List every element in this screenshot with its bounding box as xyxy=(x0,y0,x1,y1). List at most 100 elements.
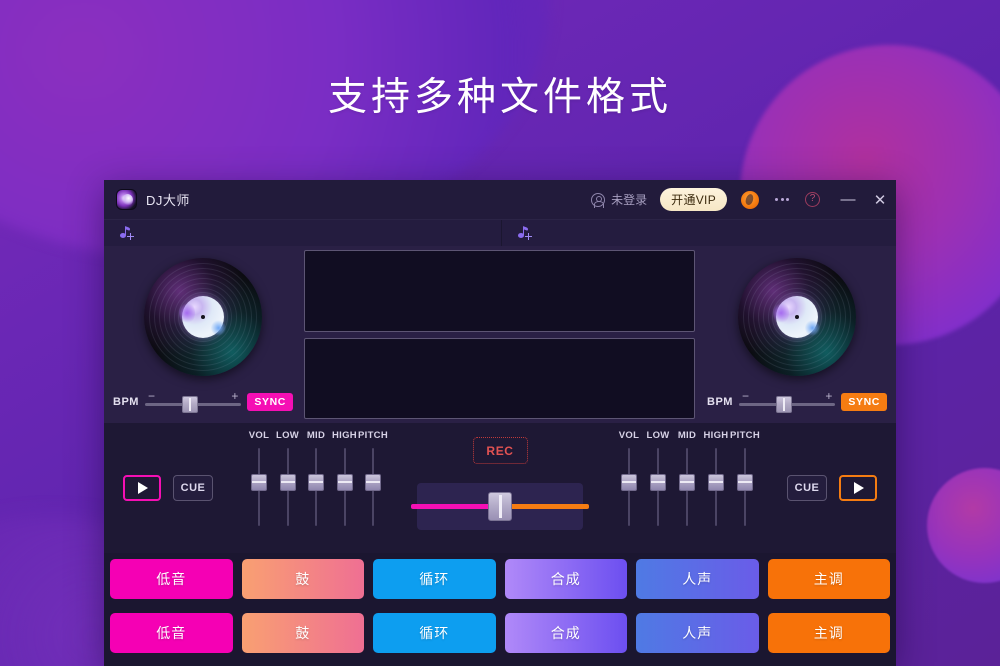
fader-label: PITCH xyxy=(730,430,760,441)
fader-label: VOL xyxy=(248,430,270,441)
turntable-right[interactable] xyxy=(738,258,856,376)
record-button[interactable]: REC xyxy=(472,437,528,464)
pad-button[interactable]: 主调 xyxy=(767,559,890,599)
fader-rail[interactable] xyxy=(249,448,269,526)
cue-button-left[interactable]: CUE xyxy=(173,475,213,501)
crossfader-knob[interactable] xyxy=(488,492,512,521)
login-status-label: 未登录 xyxy=(611,193,648,207)
fader-knob[interactable] xyxy=(308,474,324,491)
fader-rail[interactable] xyxy=(306,448,326,526)
pad-button[interactable]: 人声 xyxy=(636,613,759,653)
fader-pitch: PITCH xyxy=(730,430,760,526)
pad-button[interactable]: 合成 xyxy=(504,559,627,599)
pad-button[interactable]: 低音 xyxy=(110,559,233,599)
fader-knob[interactable] xyxy=(737,474,753,491)
fader-rail[interactable] xyxy=(335,448,355,526)
play-button-left[interactable] xyxy=(123,475,161,501)
cue-button-right[interactable]: CUE xyxy=(787,475,827,501)
help-question-icon[interactable]: ? xyxy=(805,192,820,207)
fader-knob[interactable] xyxy=(679,474,695,491)
bpm-minus-label[interactable]: − xyxy=(742,390,749,402)
fader-knob[interactable] xyxy=(336,474,353,491)
fader-high: HIGH xyxy=(703,430,729,526)
vinyl-spindle xyxy=(201,315,205,319)
bpm-knob[interactable] xyxy=(775,396,792,413)
minimize-button[interactable]: — xyxy=(832,180,864,220)
titlebar-actions: 未登录 开通VIP ? — ✕ xyxy=(591,180,896,219)
fader-knob[interactable] xyxy=(708,474,724,491)
fader-pitch: PITCH xyxy=(358,430,388,526)
fader-knob[interactable] xyxy=(650,474,666,491)
close-button[interactable]: ✕ xyxy=(864,180,896,220)
fader-rail[interactable] xyxy=(677,448,697,526)
bpm-minus-label[interactable]: − xyxy=(148,390,155,402)
pad-button[interactable]: 合成 xyxy=(504,613,627,653)
fader-low: LOW xyxy=(275,430,301,526)
pad-button[interactable]: 人声 xyxy=(636,559,759,599)
fader-mid: MID xyxy=(303,430,329,526)
fader-vol: VOL xyxy=(246,430,272,526)
bpm-plus-label[interactable]: + xyxy=(231,390,238,402)
fader-rail[interactable] xyxy=(706,448,726,526)
fader-label: HIGH xyxy=(703,430,729,441)
bpm-label: BPM xyxy=(707,396,733,408)
play-button-right[interactable] xyxy=(839,475,877,501)
crossfader-right-segment xyxy=(500,504,589,509)
more-dots-icon[interactable] xyxy=(773,191,791,209)
sync-button-left[interactable]: SYNC xyxy=(247,393,293,411)
deck-zone: BPM − + SYNC BPM − + SYNC xyxy=(104,246,896,423)
transport-left: CUE xyxy=(104,423,232,553)
fader-label: LOW xyxy=(275,430,300,441)
fader-rail[interactable] xyxy=(278,448,298,526)
waveform-panel-right[interactable] xyxy=(304,337,695,419)
fader-bank-left: VOL LOW MID HIGH PITCH xyxy=(232,423,392,526)
add-music-note-icon xyxy=(518,226,532,240)
tab-left-deck[interactable] xyxy=(104,220,502,246)
play-triangle-icon xyxy=(138,482,148,494)
fader-knob[interactable] xyxy=(621,474,637,491)
pad-button[interactable]: 循环 xyxy=(373,559,496,599)
disc-logo-icon xyxy=(116,189,137,210)
fader-label: VOL xyxy=(618,430,640,441)
bpm-label: BPM xyxy=(113,396,139,408)
fader-label: MID xyxy=(306,430,326,441)
crossfader-left-segment xyxy=(411,504,500,509)
pad-button[interactable]: 循环 xyxy=(373,613,496,653)
sync-button-right[interactable]: SYNC xyxy=(841,393,887,411)
fader-rail[interactable] xyxy=(619,448,639,526)
pad-button[interactable]: 主调 xyxy=(767,613,890,653)
pad-row: 低音鼓循环 合成 人声 主调 xyxy=(110,613,890,653)
bpm-slider-right[interactable]: − + xyxy=(738,390,836,413)
bpm-plus-label[interactable]: + xyxy=(825,390,832,402)
turntable-left[interactable] xyxy=(144,258,262,376)
login-status-button[interactable]: 未登录 xyxy=(591,191,647,208)
waveform-area xyxy=(302,246,698,423)
bpm-knob[interactable] xyxy=(181,396,198,413)
transport-right: CUE xyxy=(768,423,896,553)
dj-app-window: DJ大师 未登录 开通VIP ? — ✕ BPM − + SYNC BPM − … xyxy=(104,180,896,666)
fader-knob[interactable] xyxy=(251,474,267,491)
pad-button[interactable]: 鼓 xyxy=(241,613,364,653)
pad-button[interactable]: 低音 xyxy=(110,613,233,653)
fader-bank-right: VOL LOW MID HIGH PITCH xyxy=(608,423,768,526)
fader-knob[interactable] xyxy=(365,474,381,491)
app-name: DJ大师 xyxy=(146,193,190,208)
fader-label: PITCH xyxy=(358,430,388,441)
fader-rail[interactable] xyxy=(648,448,668,526)
fader-rail[interactable] xyxy=(735,448,755,526)
crossfader[interactable] xyxy=(411,483,589,530)
titlebar: DJ大师 未登录 开通VIP ? — ✕ xyxy=(104,180,896,220)
open-vip-button[interactable]: 开通VIP xyxy=(660,188,727,211)
deck-right: BPM − + SYNC xyxy=(698,246,896,423)
bpm-slider-left[interactable]: − + xyxy=(144,390,242,413)
fader-rail[interactable] xyxy=(363,448,383,526)
bpm-control-left: BPM − + SYNC xyxy=(104,390,302,413)
fader-knob[interactable] xyxy=(279,474,296,491)
theme-orange-icon[interactable] xyxy=(741,190,759,209)
waveform-panel-left[interactable] xyxy=(304,250,695,332)
tab-right-deck[interactable] xyxy=(502,220,896,246)
page-title: 支持多种文件格式 xyxy=(327,76,672,119)
fader-vol: VOL xyxy=(616,430,642,526)
fader-high: HIGH xyxy=(332,430,358,526)
pad-button[interactable]: 鼓 xyxy=(241,559,364,599)
